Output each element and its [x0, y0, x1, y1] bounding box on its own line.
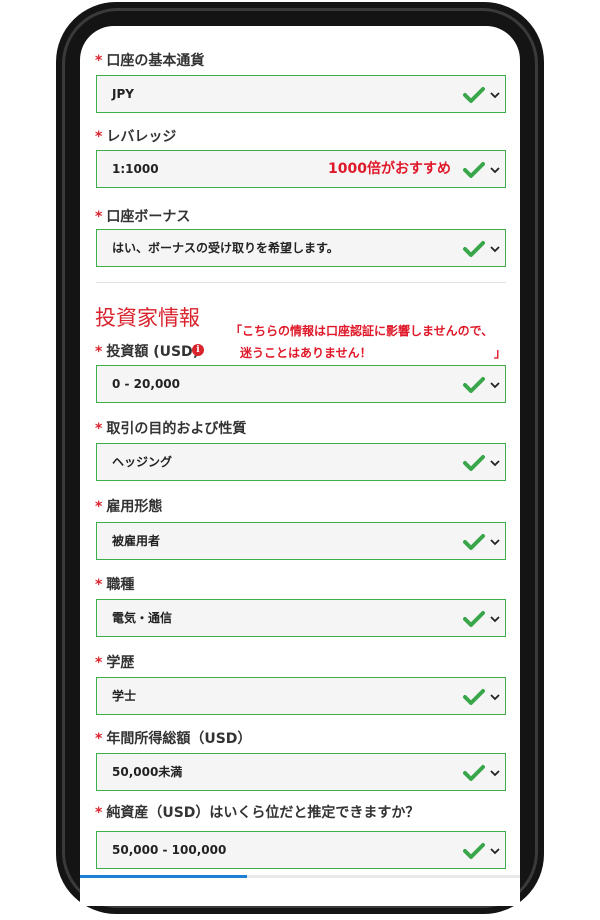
check-icon: [463, 611, 485, 627]
net-assets-value: 50,000 - 100,000: [112, 843, 227, 857]
leverage-value: 1:1000: [112, 162, 159, 176]
check-icon: [463, 765, 485, 781]
chevron-down-icon: [490, 382, 500, 389]
check-icon: [463, 843, 485, 859]
investor-note-line-1: 「こちらの情報は口座認証に影響しませんので、: [230, 324, 494, 338]
investor-info-heading: 投資家情報: [95, 306, 200, 330]
education-value: 学士: [112, 689, 137, 703]
trading-purpose-select[interactable]: ヘッジング: [96, 443, 506, 481]
trading-purpose-value: ヘッジング: [112, 455, 173, 469]
chevron-down-icon: [490, 770, 500, 777]
investment-amount-select[interactable]: 0 - 20,000: [96, 365, 506, 403]
check-icon: [463, 534, 485, 550]
currency-label: * 口座の基本通貨: [95, 53, 205, 69]
check-icon: [463, 241, 485, 257]
annual-income-select[interactable]: 50,000未満: [96, 753, 506, 791]
chevron-down-icon: [490, 616, 500, 623]
chevron-down-icon: [490, 694, 500, 701]
education-select[interactable]: 学士: [96, 677, 506, 715]
bonus-label: * 口座ボーナス: [95, 209, 191, 225]
occupation-label: * 職種: [95, 577, 135, 593]
bonus-value: はい、ボーナスの受け取りを希望します。: [112, 241, 339, 255]
employment-status-value: 被雇用者: [112, 534, 161, 548]
chevron-down-icon: [490, 167, 500, 174]
form-progress-fill: [80, 875, 248, 878]
net-assets-select[interactable]: 50,000 - 100,000: [96, 831, 506, 869]
investment-amount-label: * 投資額 (USD): [95, 344, 200, 360]
investor-note-close: 」: [494, 346, 507, 360]
annual-income-label: * 年間所得総額（USD）: [95, 731, 252, 747]
section-divider: [96, 282, 506, 283]
occupation-select[interactable]: 電気・通信: [96, 599, 506, 637]
leverage-label: * レバレッジ: [95, 129, 177, 145]
chevron-down-icon: [490, 460, 500, 467]
currency-value: JPY: [112, 87, 134, 101]
occupation-value: 電気・通信: [112, 611, 173, 625]
investment-amount-value: 0 - 20,000: [112, 377, 180, 391]
investor-note-line-2: 迷うことはありません！: [240, 346, 372, 360]
check-icon: [463, 377, 485, 393]
employment-status-label: * 雇用形態: [95, 499, 163, 515]
trading-purpose-label: * 取引の目的および性質: [95, 421, 247, 437]
net-assets-label: * 純資産（USD）はいくら位だと推定できますか？: [95, 805, 420, 821]
employment-status-select[interactable]: 被雇用者: [96, 522, 506, 560]
currency-select[interactable]: JPY: [96, 75, 506, 113]
chevron-down-icon: [490, 246, 500, 253]
info-icon[interactable]: i: [192, 344, 204, 356]
registration-form-screen: * 口座の基本通貨 JPY * レバレッジ 1:1000 1000倍がおすすめ * 口…: [80, 26, 520, 906]
check-icon: [463, 455, 485, 471]
check-icon: [463, 162, 485, 178]
bonus-select[interactable]: はい、ボーナスの受け取りを希望します。: [96, 229, 506, 267]
education-label: * 学歴: [95, 655, 135, 671]
annual-income-value: 50,000未満: [112, 765, 183, 779]
form-progress-bar: [80, 875, 520, 878]
chevron-down-icon: [490, 92, 500, 99]
leverage-recommendation-note: 1000倍がおすすめ: [328, 161, 451, 177]
check-icon: [463, 689, 485, 705]
chevron-down-icon: [490, 848, 500, 855]
chevron-down-icon: [490, 539, 500, 546]
check-icon: [463, 87, 485, 103]
